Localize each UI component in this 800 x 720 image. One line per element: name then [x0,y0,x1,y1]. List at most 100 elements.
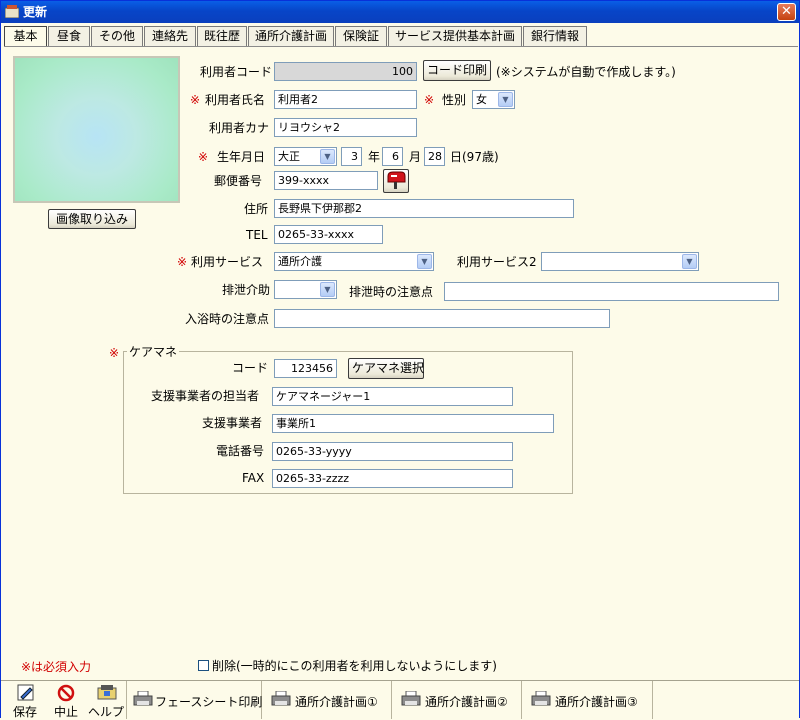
birthdate-label: 生年月日 [217,150,266,164]
excretion-note-label: 排泄時の注意点 [349,285,434,299]
cm-phone-label: 電話番号 [216,444,265,458]
face-sheet-print-button[interactable]: フェースシート印刷 [128,681,262,719]
printer-icon [531,691,551,706]
app-icon [5,5,19,18]
excretion-select[interactable]: ▼ [274,280,337,299]
user-photo [13,56,180,203]
user-code-field: 100 [274,62,417,81]
code-print-button[interactable]: コード印刷 [423,60,491,81]
tab-other[interactable]: その他 [91,26,143,46]
mailbox-icon [387,171,406,189]
help-icon [97,685,117,700]
update-window: 更新 ✕ 基本 昼食 その他 連絡先 既往歴 通所介護計画 保険証 サービス提供… [0,0,800,719]
birth-month-input[interactable]: 6 [382,147,403,166]
name-label: 利用者氏名 [205,93,266,107]
zip-label: 郵便番号 [214,174,263,188]
help-label: ヘルプ [88,705,125,719]
tab-insurance[interactable]: 保険証 [335,26,387,46]
address-input[interactable]: 長野県下伊那郡2 [274,199,574,218]
cm-person-input[interactable]: ケアマネージャー1 [272,387,513,406]
birth-year-input[interactable]: 3 [341,147,362,166]
daycare-plan-1-label: 通所介護計画① [295,695,378,709]
delete-label: 削除(一時的にこの利用者を利用しないようにします) [212,659,497,673]
pencil-icon [17,684,34,701]
cm-fax-input[interactable]: 0265-33-zzzz [272,469,513,488]
daycare-plan-2-button[interactable]: 通所介護計画② [393,681,522,719]
delete-checkbox[interactable] [198,660,209,671]
close-button[interactable]: ✕ [777,3,796,21]
save-label: 保存 [13,705,38,719]
bath-note-input[interactable] [274,309,610,328]
required-note: ※は必須入力 [21,660,92,674]
tab-history[interactable]: 既往歴 [197,26,247,46]
year-unit: 年 [368,150,381,164]
chevron-down-icon[interactable]: ▼ [320,282,335,297]
required-mark: ※ [190,93,201,107]
title-bar: 更新 ✕ [1,1,799,23]
bottom-toolbar: 保存 中止 ヘルプ フェースシート印刷 通所介護計画① 通所介護計画② 通所介護… [1,680,799,719]
required-mark: ※ [109,346,120,360]
cancel-button[interactable]: 中止 [49,681,83,719]
gender-select[interactable]: 女 ▼ [472,90,515,109]
face-sheet-print-label: フェースシート印刷 [155,695,263,709]
day-unit: 日 [450,150,463,164]
daycare-plan-2-label: 通所介護計画② [425,695,508,709]
kana-input[interactable]: リヨウシャ2 [274,118,417,137]
address-label: 住所 [244,202,269,216]
service-value: 通所介護 [278,255,322,268]
daycare-plan-3-button[interactable]: 通所介護計画③ [523,681,653,719]
zip-search-button[interactable] [383,169,409,193]
tab-bank[interactable]: 銀行情報 [523,26,587,46]
import-image-button[interactable]: 画像取り込み [48,209,136,229]
required-mark: ※ [198,150,209,164]
cm-phone-input[interactable]: 0265-33-yyyy [272,442,513,461]
chevron-down-icon[interactable]: ▼ [498,92,513,107]
cm-fax-label: FAX [242,471,265,485]
kana-label: 利用者カナ [209,121,270,135]
age-text: (97歳) [462,150,499,164]
window-title: 更新 [23,5,48,19]
user-code-label: 利用者コード [200,65,273,79]
month-unit: 月 [409,150,422,164]
tab-divider [4,46,798,47]
required-mark: ※ [177,255,188,269]
save-button[interactable]: 保存 [7,681,45,719]
tab-daycare-plan[interactable]: 通所介護計画 [248,26,334,46]
cm-office-input[interactable]: 事業所1 [272,414,554,433]
era-value: 大正 [278,150,300,163]
printer-icon [401,691,421,706]
tab-service-plan[interactable]: サービス提供基本計画 [388,26,522,46]
cm-code-input[interactable]: 123456 [274,359,337,378]
code-note: (※システムが自動で作成します。) [496,65,676,79]
era-select[interactable]: 大正 ▼ [274,147,337,166]
tab-basic[interactable]: 基本 [4,26,47,47]
service-select[interactable]: 通所介護 ▼ [274,252,434,271]
printer-icon [271,691,291,706]
zip-input[interactable]: 399-xxxx [274,171,378,190]
chevron-down-icon[interactable]: ▼ [417,254,432,269]
prohibited-icon [57,684,75,702]
tab-lunch[interactable]: 昼食 [48,26,90,46]
excretion-label: 排泄介助 [222,283,271,297]
cm-person-label: 支援事業者の担当者 [151,389,260,403]
gender-label: 性別 [442,93,467,107]
help-button[interactable]: ヘルプ [87,681,127,719]
daycare-plan-1-button[interactable]: 通所介護計画① [263,681,392,719]
cm-select-button[interactable]: ケアマネ選択 [348,358,424,379]
tab-contacts[interactable]: 連絡先 [144,26,196,46]
cm-office-label: 支援事業者 [202,416,263,430]
caremanager-group-title: ケアマネ [127,343,180,361]
bath-note-label: 入浴時の注意点 [185,312,270,326]
birth-day-input[interactable]: 28 [424,147,445,166]
daycare-plan-3-label: 通所介護計画③ [555,695,638,709]
gender-value: 女 [476,93,487,106]
service2-select[interactable]: ▼ [541,252,699,271]
chevron-down-icon[interactable]: ▼ [682,254,697,269]
service2-label: 利用サービス2 [457,255,537,269]
cancel-label: 中止 [54,705,79,719]
excretion-note-input[interactable] [444,282,779,301]
tel-input[interactable]: 0265-33-xxxx [274,225,383,244]
chevron-down-icon[interactable]: ▼ [320,149,335,164]
name-input[interactable]: 利用者2 [274,90,417,109]
tel-label: TEL [246,228,268,242]
